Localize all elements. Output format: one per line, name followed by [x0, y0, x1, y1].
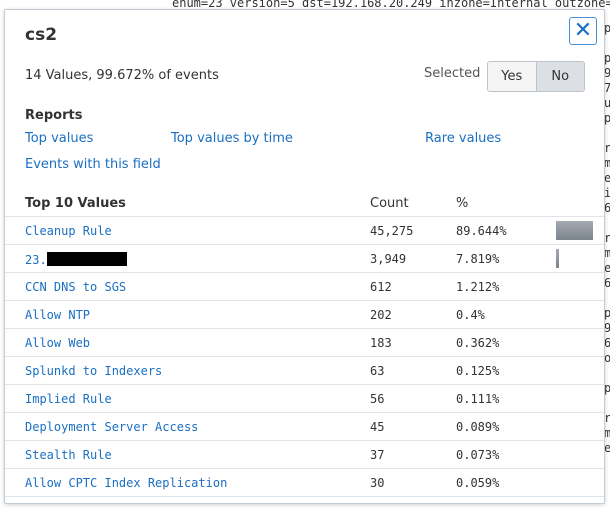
value-link[interactable]: Implied Rule [25, 392, 112, 406]
close-icon: ✕ [573, 18, 593, 43]
percent-column-header: % [456, 196, 469, 211]
percent-bar [556, 249, 559, 268]
value-label: 23. [25, 253, 47, 267]
rare-values-link[interactable]: Rare values [425, 131, 501, 146]
percent-value: 7.819% [456, 252, 500, 266]
percent-value: 0.073% [456, 448, 500, 462]
count-value: 37 [370, 448, 385, 462]
top-values-by-time-link[interactable]: Top values by time [171, 131, 293, 146]
percent-value: 0.111% [456, 392, 500, 406]
count-value: 3,949 [370, 252, 407, 266]
selected-toggle: Yes No [487, 61, 585, 92]
close-button[interactable]: ✕ [569, 17, 597, 45]
value-label: Allow CPTC Index Replication [25, 476, 228, 490]
count-value: 56 [370, 392, 385, 406]
reports-heading: Reports [25, 108, 83, 123]
values-summary: 14 Values, 99.672% of events [25, 68, 219, 83]
value-label: Allow Web [25, 336, 91, 350]
value-link[interactable]: Allow NTP [25, 308, 90, 322]
value-label: Splunkd to Indexers [25, 364, 163, 378]
count-value: 612 [370, 280, 392, 294]
percent-value: 89.644% [456, 224, 507, 238]
value-label: Deployment Server Access [25, 420, 199, 434]
percent-value: 0.125% [456, 364, 500, 378]
table-row: Splunkd to Indexers 63 0.125% [5, 356, 604, 384]
values-column-header: Top 10 Values [25, 196, 126, 211]
selected-yes-button[interactable]: Yes [488, 62, 537, 91]
count-value: 202 [370, 308, 392, 322]
value-label: Cleanup Rule [25, 224, 112, 238]
top-values-link[interactable]: Top values [25, 131, 93, 146]
selected-label: Selected [424, 66, 481, 81]
field-title: cs2 [25, 25, 58, 45]
value-link[interactable]: Allow Web [25, 336, 90, 350]
table-row: Allow NTP 202 0.4% [5, 300, 604, 328]
value-label: Implied Rule [25, 392, 112, 406]
table-row: Deployment Server Access 45 0.089% [5, 412, 604, 440]
percent-bar [556, 221, 593, 240]
value-link[interactable]: Allow CPTC Index Replication [25, 476, 227, 490]
table-row: Stealth Rule 37 0.073% [5, 440, 604, 468]
selected-no-button[interactable]: No [536, 62, 584, 91]
percent-value: 0.059% [456, 476, 500, 490]
value-label: Stealth Rule [25, 448, 112, 462]
redaction-block [46, 252, 127, 266]
value-link[interactable]: Stealth Rule [25, 448, 112, 462]
count-value: 30 [370, 476, 385, 490]
percent-value: 0.362% [456, 336, 500, 350]
value-link[interactable]: Cleanup Rule [25, 224, 112, 238]
table-row: Allow CPTC Index Replication 30 0.059% [5, 468, 604, 497]
value-link[interactable]: Splunkd to Indexers [25, 364, 162, 378]
count-value: 183 [370, 336, 392, 350]
count-value: 45 [370, 420, 385, 434]
table-row: Cleanup Rule 45,275 89.644% [5, 216, 604, 244]
table-row: CCN DNS to SGS 612 1.212% [5, 272, 604, 300]
values-table: Cleanup Rule 45,275 89.644% 23. 3,949 7.819% C… [5, 216, 604, 497]
percent-value: 0.4% [456, 308, 485, 322]
value-label: Allow NTP [25, 308, 91, 322]
count-value: 63 [370, 364, 385, 378]
table-row: Allow Web 183 0.362% [5, 328, 604, 356]
table-row: Implied Rule 56 0.111% [5, 384, 604, 412]
field-summary-popup: cs2 ✕ 14 Values, 99.672% of events Selec… [4, 9, 605, 504]
value-label: CCN DNS to SGS [25, 280, 127, 294]
value-link[interactable]: Deployment Server Access [25, 420, 198, 434]
count-value: 45,275 [370, 224, 414, 238]
table-row: 23. 3,949 7.819% [5, 244, 604, 272]
value-link[interactable]: 23. [25, 252, 127, 267]
percent-value: 0.089% [456, 420, 500, 434]
percent-value: 1.212% [456, 280, 500, 294]
events-with-field-link[interactable]: Events with this field [25, 157, 161, 172]
count-column-header: Count [370, 196, 409, 211]
value-link[interactable]: CCN DNS to SGS [25, 280, 126, 294]
